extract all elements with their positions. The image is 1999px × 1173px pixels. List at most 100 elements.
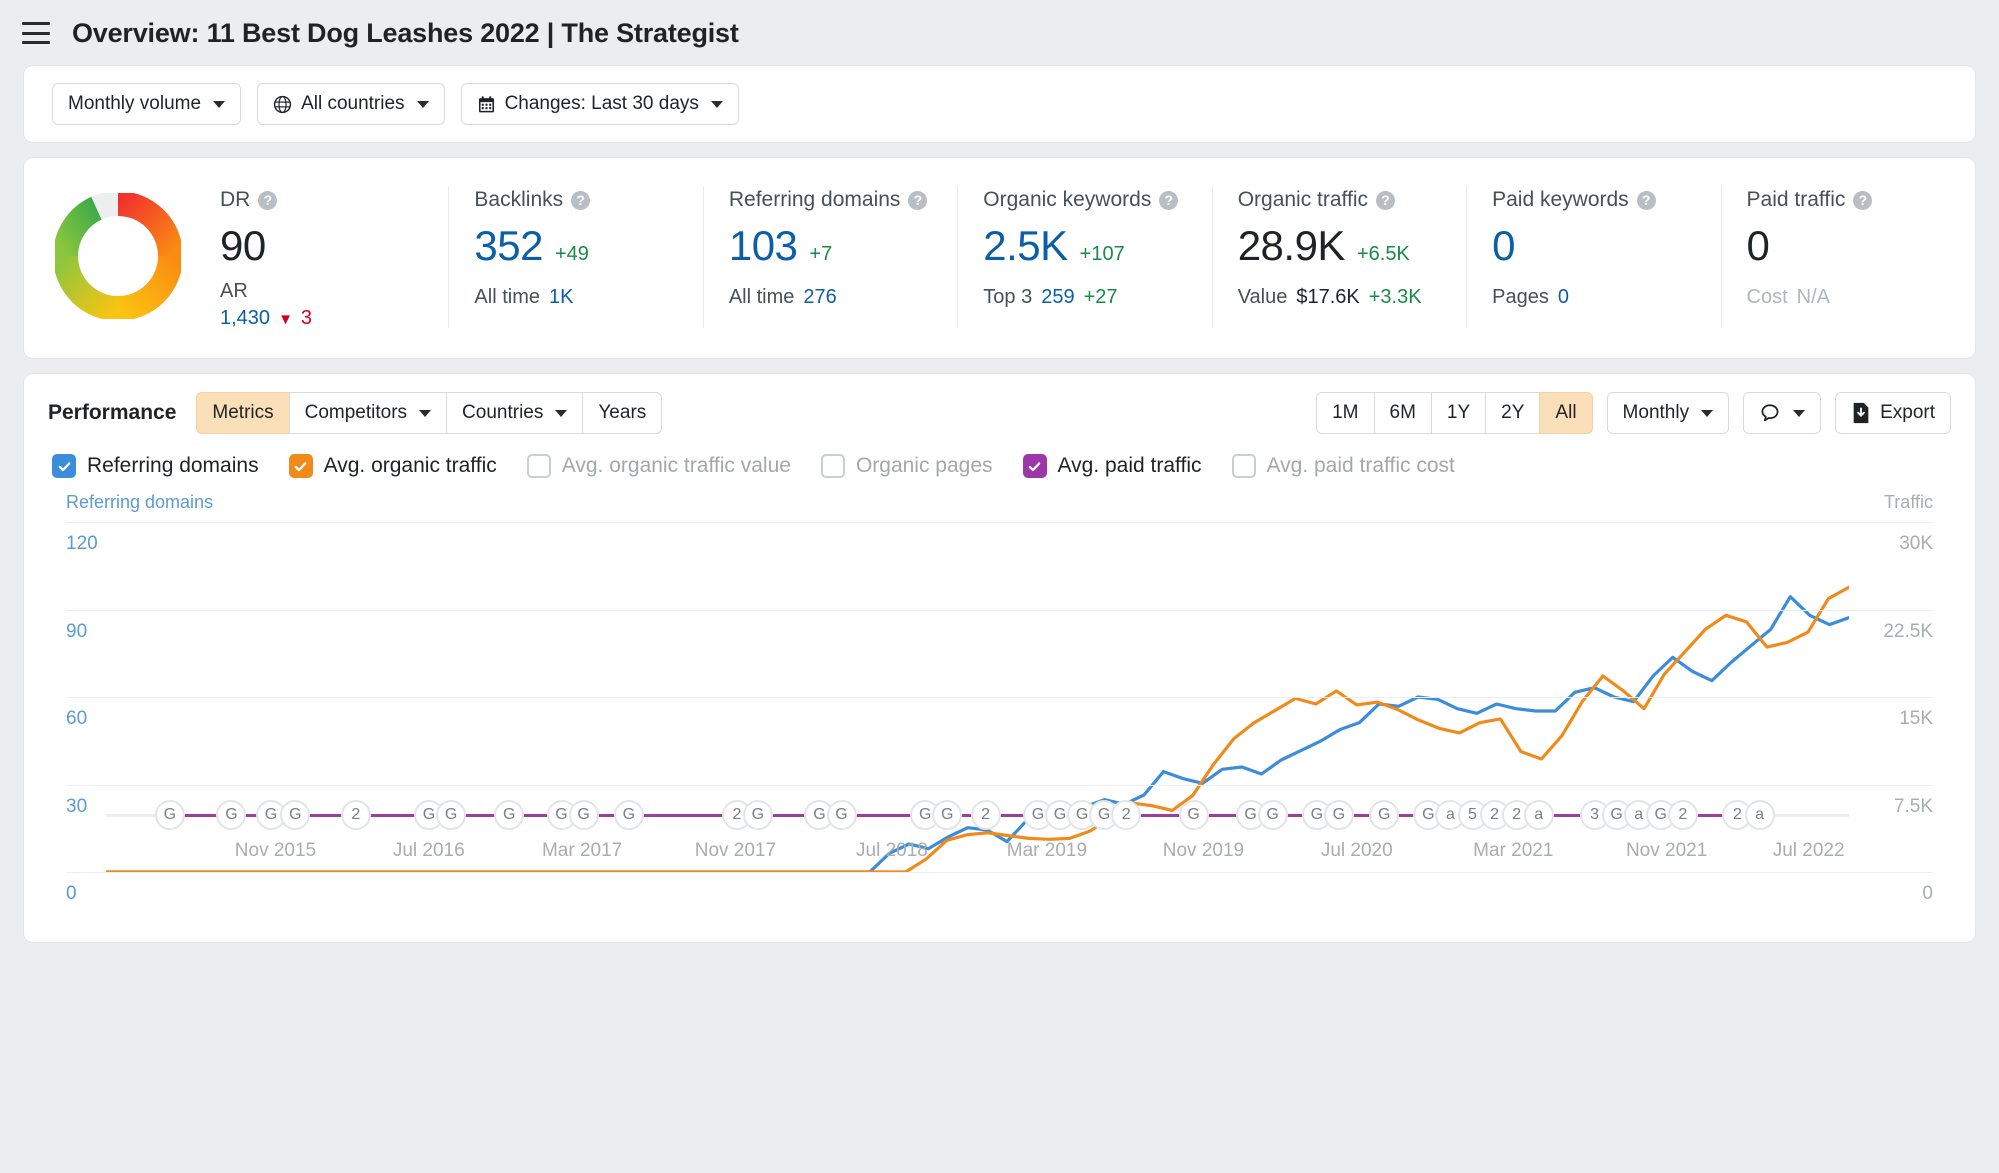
range-6m[interactable]: 6M — [1374, 392, 1432, 434]
help-icon[interactable]: ? — [571, 191, 590, 210]
chart-left-tick: 90 — [66, 621, 87, 643]
event-marker[interactable]: G — [280, 800, 310, 830]
event-marker[interactable]: G — [216, 800, 246, 830]
event-marker[interactable]: 2 — [971, 800, 1001, 830]
performance-card: Performance Metrics Competitors Countrie… — [24, 374, 1975, 942]
page-title: Overview: 11 Best Dog Leashes 2022 | The… — [72, 18, 739, 49]
metric-backlinks-value[interactable]: 352 — [474, 222, 543, 270]
event-marker[interactable]: 2 — [1111, 800, 1141, 830]
metric-paid-keywords: Paid keywords ? 0 Pages 0 — [1466, 180, 1720, 332]
metric-referring-domains-sub-value[interactable]: 276 — [803, 286, 836, 309]
metric-organic-traffic-sub-value: $17.6K — [1296, 286, 1359, 309]
metric-paid-traffic-sub-label: Cost — [1747, 286, 1788, 309]
event-marker[interactable]: G — [494, 800, 524, 830]
metric-referring-domains-value[interactable]: 103 — [729, 222, 798, 270]
range-1y[interactable]: 1Y — [1431, 392, 1486, 434]
chart-plot-area[interactable]: GGGG2GGGGGG2GGGGG2GGGG2GGGGGGGa522a3GaG2… — [66, 522, 1933, 872]
chart-left-tick: 60 — [66, 708, 87, 730]
chart-x-label: Jul 2018 — [856, 840, 928, 862]
metric-referring-domains-sub-label: All time — [729, 286, 795, 309]
range-1m[interactable]: 1M — [1316, 392, 1374, 434]
legend-referring-domains[interactable]: Referring domains — [52, 454, 259, 478]
metric-paid-keywords-value[interactable]: 0 — [1492, 222, 1515, 270]
range-6m-label: 6M — [1390, 402, 1416, 424]
event-marker[interactable]: G — [827, 800, 857, 830]
chevron-down-icon — [213, 101, 225, 108]
metrics-card: DR ? 90 AR 1,430 ▼ 3 Backlinks ? 352 — [24, 158, 1975, 358]
metric-paid-keywords-sub-value[interactable]: 0 — [1558, 286, 1569, 309]
checkbox-referring-domains[interactable] — [52, 454, 76, 478]
range-selector: 1M 6M 1Y 2Y All — [1316, 392, 1592, 434]
event-marker[interactable]: G — [1324, 800, 1354, 830]
chart-x-label: Mar 2019 — [1007, 840, 1087, 862]
notes-button[interactable] — [1743, 392, 1821, 434]
filter-all-countries[interactable]: All countries — [257, 83, 445, 125]
tab-competitors[interactable]: Competitors — [289, 392, 447, 434]
chart-left-tick: 120 — [66, 533, 98, 555]
checkbox-avg-paid-traffic[interactable] — [1023, 454, 1047, 478]
legend-avg-paid-traffic-cost[interactable]: Avg. paid traffic cost — [1232, 454, 1455, 478]
event-marker[interactable]: 2 — [341, 800, 371, 830]
legend-avg-organic-traffic-label: Avg. organic traffic — [324, 454, 497, 478]
range-all[interactable]: All — [1539, 392, 1592, 434]
event-marker[interactable]: G — [1258, 800, 1288, 830]
chart-right-tick: 15K — [1899, 708, 1933, 730]
event-marker[interactable]: G — [932, 800, 962, 830]
tab-years[interactable]: Years — [582, 392, 662, 434]
legend-avg-paid-traffic-cost-label: Avg. paid traffic cost — [1267, 454, 1455, 478]
metric-organic-traffic-sub-delta: +3.3K — [1369, 286, 1422, 309]
export-button[interactable]: Export — [1835, 392, 1951, 434]
help-icon[interactable]: ? — [258, 191, 277, 210]
event-marker[interactable]: a — [1745, 800, 1775, 830]
event-marker[interactable]: G — [1369, 800, 1399, 830]
checkbox-avg-organic-traffic-value[interactable] — [527, 454, 551, 478]
chevron-down-icon — [417, 101, 429, 108]
help-icon[interactable]: ? — [1853, 191, 1872, 210]
metric-backlinks-sub-value[interactable]: 1K — [549, 286, 573, 309]
checkbox-avg-organic-traffic[interactable] — [289, 454, 313, 478]
filter-monthly-volume[interactable]: Monthly volume — [52, 83, 241, 125]
event-marker[interactable]: G — [614, 800, 644, 830]
help-icon[interactable]: ? — [1159, 191, 1178, 210]
range-2y-label: 2Y — [1501, 402, 1524, 424]
legend-organic-pages[interactable]: Organic pages — [821, 454, 993, 478]
metric-backlinks-delta: +49 — [555, 243, 589, 266]
chart-x-label: Mar 2021 — [1473, 840, 1553, 862]
event-marker[interactable]: a — [1524, 800, 1554, 830]
metric-paid-keywords-label: Paid keywords — [1492, 188, 1629, 212]
metric-organic-keywords-delta: +107 — [1080, 243, 1125, 266]
tab-countries[interactable]: Countries — [446, 392, 583, 434]
metric-organic-keywords-sub-value[interactable]: 259 — [1041, 286, 1074, 309]
tab-metrics-label: Metrics — [212, 402, 273, 424]
granularity-selector[interactable]: Monthly — [1607, 392, 1730, 434]
event-marker[interactable]: G — [155, 800, 185, 830]
range-2y[interactable]: 2Y — [1485, 392, 1540, 434]
metric-backlinks-sub-label: All time — [474, 286, 540, 309]
chart-gridline — [66, 697, 1933, 698]
help-icon[interactable]: ? — [908, 191, 927, 210]
legend-avg-organic-traffic-value[interactable]: Avg. organic traffic value — [527, 454, 791, 478]
chart-x-label: Nov 2021 — [1626, 840, 1707, 862]
hamburger-icon[interactable] — [22, 22, 50, 44]
metric-organic-keywords-value[interactable]: 2.5K — [983, 222, 1067, 270]
legend-avg-organic-traffic-value-label: Avg. organic traffic value — [562, 454, 791, 478]
chart-x-label: Nov 2019 — [1163, 840, 1244, 862]
event-marker[interactable]: G — [569, 800, 599, 830]
range-1y-label: 1Y — [1447, 402, 1470, 424]
tab-metrics[interactable]: Metrics — [196, 392, 289, 434]
event-marker[interactable]: 2 — [1668, 800, 1698, 830]
filter-bar: Monthly volume All countries — [24, 66, 1975, 142]
checkbox-avg-paid-traffic-cost[interactable] — [1232, 454, 1256, 478]
help-icon[interactable]: ? — [1637, 191, 1656, 210]
help-icon[interactable]: ? — [1376, 191, 1395, 210]
legend-avg-paid-traffic[interactable]: Avg. paid traffic — [1023, 454, 1202, 478]
event-marker[interactable]: G — [1179, 800, 1209, 830]
event-marker[interactable]: G — [743, 800, 773, 830]
metric-organic-keywords: Organic keywords ? 2.5K +107 Top 3 259 +… — [957, 180, 1211, 332]
legend-avg-organic-traffic[interactable]: Avg. organic traffic — [289, 454, 497, 478]
event-marker[interactable]: G — [436, 800, 466, 830]
filter-changes-range[interactable]: Changes: Last 30 days — [461, 83, 739, 125]
metric-backlinks-label: Backlinks — [474, 188, 563, 212]
domain-rating-donut-icon — [55, 193, 181, 319]
checkbox-organic-pages[interactable] — [821, 454, 845, 478]
